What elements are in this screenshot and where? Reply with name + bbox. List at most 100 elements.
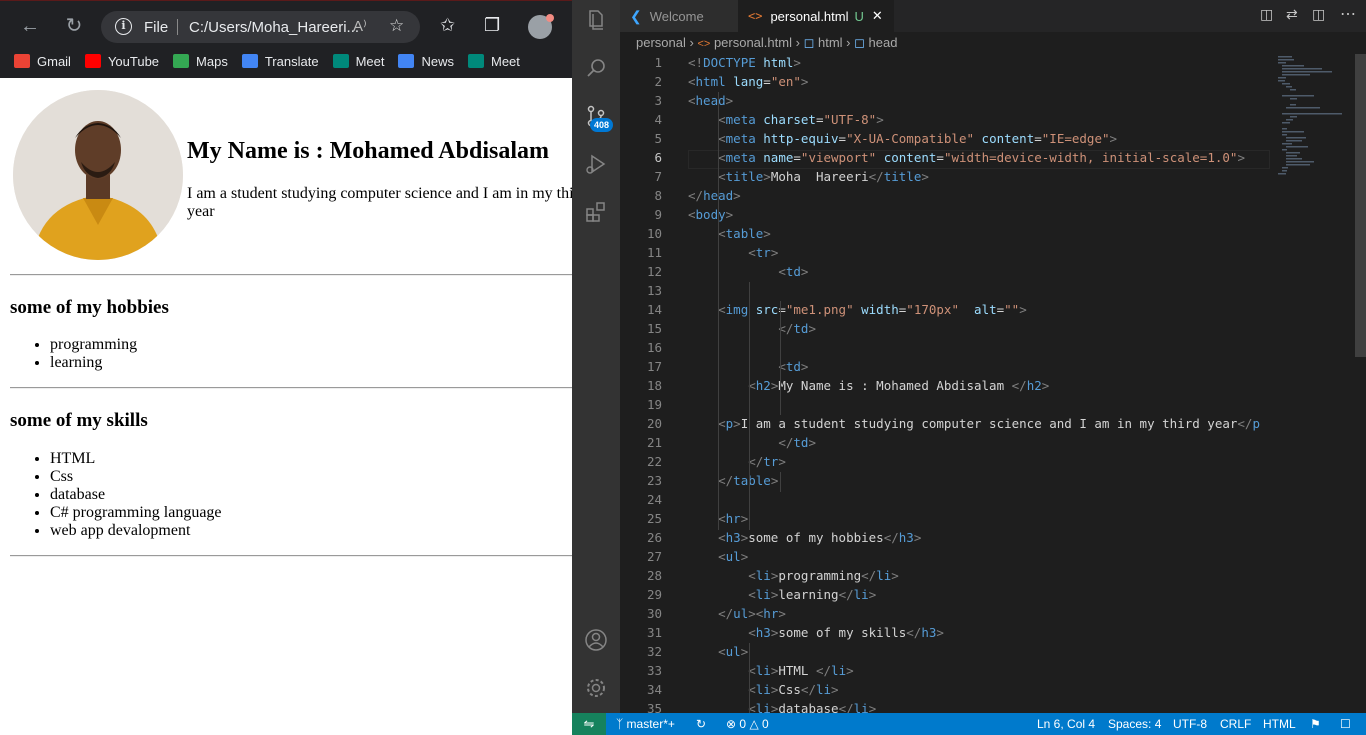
line-number: 24 — [646, 492, 662, 507]
language-mode[interactable]: HTML — [1263, 713, 1296, 735]
chevron-right-icon: › — [846, 35, 855, 50]
line-number: 16 — [646, 340, 662, 355]
bookmark-maps[interactable]: Maps — [173, 54, 228, 69]
line-number: 20 — [646, 416, 662, 431]
line-number: 30 — [646, 606, 662, 621]
line-number: 21 — [646, 435, 662, 450]
code-line: <img src="me1.png" width="170px" alt=""> — [718, 302, 1027, 317]
indentation[interactable]: Spaces: 4 — [1108, 713, 1161, 735]
code-line: <!DOCTYPE html> — [688, 55, 801, 70]
warning-icon: △ — [749, 717, 759, 731]
address-url[interactable]: C:/Users/Moha_Hareeri... — [189, 19, 359, 36]
search-icon[interactable] — [584, 56, 608, 80]
code-line: <td> — [778, 264, 809, 279]
indent-guide — [780, 472, 781, 492]
breadcrumb-item[interactable]: personal.html — [714, 35, 792, 50]
branch-name: master*+ — [626, 717, 675, 731]
add-favorite-icon[interactable]: ☆ — [389, 16, 404, 36]
extensions-icon[interactable] — [584, 200, 608, 224]
code-line: </table> — [718, 473, 779, 488]
branch-icon: ᛉ — [616, 717, 627, 731]
skills-heading: some of my skills — [10, 410, 148, 431]
code-line: </head> — [688, 188, 741, 203]
web-page: My Name is : Mohamed Abdisalam I am a st… — [0, 79, 572, 735]
bookmark-translate[interactable]: Translate — [241, 54, 319, 69]
html-file-icon: <> — [697, 38, 711, 50]
branch-indicator[interactable]: ᛉ master*+ — [616, 713, 675, 735]
more-actions-icon[interactable]: ⋯ — [1340, 4, 1356, 24]
element-icon: ◻ — [854, 35, 865, 50]
run-debug-icon[interactable] — [584, 152, 608, 176]
code-line: <h3>some of my skills</h3> — [748, 625, 944, 640]
settings-gear-icon[interactable] — [584, 676, 608, 700]
code-line: </td> — [778, 435, 816, 450]
line-number: 8 — [654, 188, 662, 203]
bookmark-label: Gmail — [37, 53, 71, 69]
vscode-logo-icon: ❮ — [630, 7, 642, 24]
read-aloud-icon[interactable]: A⁾ — [353, 17, 367, 35]
scm-badge: 408 — [590, 118, 614, 132]
code-editor[interactable]: 1 2 3 4 5 6 7 8 9 10 11 12 13 14 15 16 17 18 19 20 21 22 23 24 2… — [620, 54, 1270, 713]
line-number: 7 — [654, 169, 662, 184]
code-line: <li>learning</li> — [748, 587, 877, 602]
line-number: 32 — [646, 644, 662, 659]
breadcrumb-item[interactable]: head — [869, 35, 898, 50]
line-number: 11 — [646, 245, 662, 260]
code-line: <h2>My Name is : Mohamed Abdisalam </h2> — [748, 378, 1050, 393]
skills-list: HTML Css database C# programming languag… — [50, 450, 222, 540]
address-divider — [177, 19, 178, 35]
bookmark-youtube[interactable]: YouTube — [84, 54, 159, 69]
code-line: <title>Moha Hareeri</title> — [718, 169, 929, 184]
bookmark-meet-2[interactable]: Meet — [467, 54, 520, 69]
feedback-icon[interactable]: ⚑ — [1310, 713, 1321, 735]
line-ending[interactable]: CRLF — [1220, 713, 1251, 735]
tab-welcome[interactable]: ❮ Welcome — [620, 0, 738, 32]
encoding[interactable]: UTF-8 — [1173, 713, 1207, 735]
code-line: <h3>some of my hobbies</h3> — [718, 530, 922, 545]
explorer-icon[interactable] — [584, 8, 608, 32]
breadcrumb: personal › <> personal.html › ◻ html › ◻… — [620, 32, 1366, 54]
breadcrumb-item[interactable]: html — [818, 35, 843, 50]
line-number: 12 — [646, 264, 662, 279]
account-icon[interactable] — [584, 628, 608, 652]
code-line: <li>Css</li> — [748, 682, 839, 697]
news-icon — [398, 54, 415, 68]
close-icon[interactable]: ✕ — [872, 8, 883, 24]
compare-icon[interactable]: ⇄ — [1286, 6, 1298, 23]
cursor-position[interactable]: Ln 6, Col 4 — [1037, 713, 1095, 735]
split-editor-icon[interactable]: ◫ — [1260, 6, 1273, 23]
info-icon[interactable]: i — [115, 18, 132, 35]
problems-indicator[interactable]: ⊗ 0 △ 0 — [726, 713, 769, 735]
address-bar[interactable]: i File C:/Users/Moha_Hareeri... A⁾ ☆ — [101, 11, 420, 43]
split-view-icon[interactable]: ◫ — [1312, 6, 1325, 23]
remote-icon[interactable]: ⇋ — [572, 713, 606, 735]
intro-paragraph: I am a student studying computer science… — [187, 185, 572, 220]
minimap[interactable] — [1272, 54, 1356, 713]
line-number: 2 — [654, 74, 662, 89]
sync-icon[interactable]: ↻ — [696, 713, 706, 735]
vertical-scrollbar[interactable] — [1355, 54, 1366, 357]
code-line: <li>HTML </li> — [748, 663, 854, 678]
page-heading: My Name is : Mohamed Abdisalam — [187, 138, 549, 164]
code-line: <tr> — [748, 245, 779, 260]
favorites-icon[interactable]: ✩ — [440, 15, 455, 36]
line-number: 35 — [646, 701, 662, 713]
breadcrumb-item[interactable]: personal — [636, 35, 686, 50]
divider — [10, 387, 572, 389]
profile-avatar[interactable] — [528, 14, 554, 39]
bookmark-news[interactable]: News — [398, 54, 454, 69]
bookmark-gmail[interactable]: Gmail — [14, 54, 71, 69]
vscode-window: 408 ❮ Welcome <> personal.html U ✕ ◫ ⇄ ◫… — [572, 0, 1366, 735]
collections-icon[interactable]: ❐ — [484, 15, 500, 36]
translate-icon — [241, 54, 258, 68]
notifications-bell-icon[interactable]: ☐ — [1340, 713, 1351, 735]
bookmark-meet[interactable]: Meet — [332, 54, 384, 69]
back-icon[interactable]: ← — [16, 13, 44, 39]
tab-personal-html[interactable]: <> personal.html U ✕ — [738, 0, 894, 32]
line-number: 26 — [646, 530, 662, 545]
tab-label: Welcome — [649, 8, 704, 24]
code-line: <html lang="en"> — [688, 74, 809, 89]
line-number: 13 — [646, 283, 662, 298]
refresh-icon[interactable]: ↻ — [60, 13, 88, 39]
activity-bar: 408 — [572, 0, 620, 713]
